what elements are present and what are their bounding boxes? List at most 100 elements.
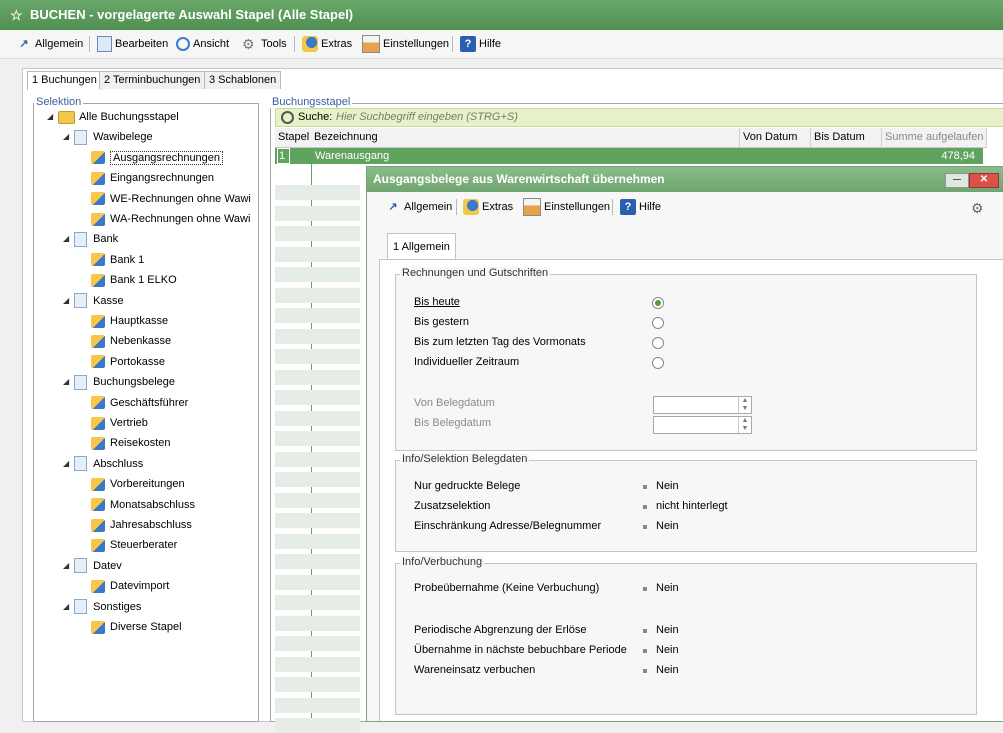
tree-item[interactable]: Datevimport — [91, 576, 169, 596]
expand-arrow-icon[interactable]: ◢ — [63, 454, 71, 474]
tree-item[interactable]: Ausgangsrechnungen — [91, 148, 224, 168]
tree-item-label: Abschluss — [93, 457, 144, 470]
search-input[interactable]: Hier Suchbegriff eingeben (STRG+S) — [336, 111, 518, 123]
table-row[interactable]: 1 Warenausgang 478,94 — [275, 148, 983, 164]
row-stripe — [275, 287, 360, 303]
col-header-von-datum[interactable]: Von Datum — [740, 128, 811, 148]
toolbar-bearbeiten-button[interactable]: Bearbeiten — [97, 35, 168, 53]
row-stripe — [275, 718, 360, 733]
tree-item[interactable]: WA-Rechnungen ohne Wawi — [91, 209, 250, 229]
tab-schablonen[interactable]: 3 Schablonen — [204, 71, 282, 89]
tree-item[interactable]: Vertrieb — [91, 413, 148, 433]
col-header-stapel[interactable]: Stapel — [275, 128, 313, 148]
tree-item-label: Bank 1 — [110, 253, 145, 266]
tree-item-label: Reisekosten — [110, 437, 171, 450]
expand-arrow-icon[interactable]: ◢ — [63, 229, 71, 249]
radio-button[interactable] — [652, 357, 664, 369]
dialog-extras-button[interactable]: Extras — [463, 198, 513, 216]
tree-item[interactable]: ◢ Kasse — [63, 291, 124, 311]
radio-button[interactable] — [652, 337, 664, 349]
bullet-icon — [643, 525, 647, 529]
tree-item[interactable]: ◢ Wawibelege — [63, 127, 153, 147]
bullet-icon — [643, 485, 647, 489]
dialog-hilfe-button[interactable]: ? Hilfe — [620, 198, 661, 216]
tree-item[interactable]: ◢ Abschluss — [63, 454, 143, 474]
tree-item[interactable]: Geschäftsführer — [91, 393, 188, 413]
radio-option-label[interactable]: Individueller Zeitraum — [414, 356, 519, 368]
col-header-bis-datum[interactable]: Bis Datum — [811, 128, 882, 148]
tree-item[interactable]: Hauptkasse — [91, 311, 168, 331]
expand-arrow-icon[interactable]: ◢ — [63, 556, 71, 576]
tab-terminbuchungen[interactable]: 2 Terminbuchungen — [99, 71, 206, 89]
settings-icon — [523, 198, 541, 217]
expand-arrow-icon[interactable]: ◢ — [63, 372, 71, 392]
gears-icon[interactable]: ⚙ — [971, 200, 984, 217]
radio-button[interactable] — [652, 297, 664, 309]
col-header-summe[interactable]: Summe aufgelaufen — [882, 128, 987, 148]
tree-item[interactable]: Jahresabschluss — [91, 515, 192, 535]
tree-item[interactable]: Diverse Stapel — [91, 617, 182, 637]
tab-buchungen[interactable]: 1 Buchungen — [27, 71, 102, 90]
book-icon — [74, 599, 88, 615]
tree-item[interactable]: Steuerberater — [91, 535, 177, 555]
help-icon: ? — [460, 36, 476, 53]
tree-item[interactable]: Vorbereitungen — [91, 474, 185, 494]
expand-arrow-icon[interactable]: ◢ — [63, 291, 71, 311]
toolbar-einstellungen-button[interactable]: Einstellungen — [362, 35, 449, 54]
stapel-icon — [91, 436, 105, 450]
tree-item-label: Alle Buchungsstapel — [79, 111, 179, 123]
toolbar-ansicht-button[interactable]: Ansicht — [176, 35, 229, 53]
dialog-einstellungen-button[interactable]: Einstellungen — [523, 198, 610, 217]
tree-item[interactable]: Monatsabschluss — [91, 495, 195, 515]
radio-option-label[interactable]: Bis heute — [414, 296, 460, 308]
radio-option-label[interactable]: Bis zum letzten Tag des Vormonats — [414, 336, 586, 348]
stapel-icon — [91, 171, 105, 185]
von-belegdatum-input[interactable]: ▲ ▼ — [653, 396, 752, 414]
stapel-icon — [91, 334, 105, 348]
expand-arrow-icon[interactable]: ◢ — [63, 127, 71, 147]
bullet-icon — [643, 669, 647, 673]
toolbar-allgemein-button[interactable]: ↗ Allgemein — [16, 35, 83, 53]
main-toolbar: ↗ Allgemein Bearbeiten Ansicht ⚙ Tools Ext… — [0, 30, 1003, 59]
dialog-allgemein-button[interactable]: ↗ Allgemein — [385, 198, 452, 216]
tree-item[interactable]: Bank 1 — [91, 250, 144, 270]
row-stripe — [275, 328, 360, 344]
col-header-bezeichnung[interactable]: Bezeichnung — [311, 128, 740, 148]
tree-item[interactable]: Eingangsrechnungen — [91, 168, 214, 188]
extras-icon — [302, 36, 318, 53]
bis-belegdatum-input[interactable]: ▲ ▼ — [653, 416, 752, 434]
toolbar-extras-button[interactable]: Extras — [302, 35, 352, 53]
tree-item[interactable]: ◢ Buchungsbelege — [63, 372, 175, 392]
close-button[interactable]: ✕ — [969, 173, 999, 188]
dialog-tab-allgemein[interactable]: 1 Allgemein — [387, 233, 456, 260]
tree-item[interactable]: ◢ Datev — [63, 556, 122, 576]
tree-item[interactable]: ◢ Sonstiges — [63, 597, 141, 617]
tree-item[interactable]: Portokasse — [91, 352, 165, 372]
radio-button[interactable] — [652, 317, 664, 329]
search-bar[interactable]: Suche: Hier Suchbegriff eingeben (STRG+S… — [275, 108, 1003, 127]
spin-icon[interactable]: ▲ ▼ — [738, 417, 751, 433]
stapel-icon — [91, 518, 105, 532]
star-icon[interactable]: ☆ — [10, 0, 23, 30]
minimize-button[interactable]: — — [945, 173, 969, 188]
tree-item[interactable]: Nebenkasse — [91, 331, 171, 351]
bullet-icon — [643, 505, 647, 509]
tree-item[interactable]: ◢ Alle Buchungsstapel — [47, 107, 179, 127]
tree-item-label: Diverse Stapel — [110, 621, 182, 633]
tree-item-label: Datevimport — [110, 580, 170, 593]
row-stripe — [275, 677, 360, 692]
spin-icon[interactable]: ▲ ▼ — [738, 397, 751, 413]
toolbar-hilfe-button[interactable]: ? Hilfe — [460, 35, 501, 53]
radio-option-label[interactable]: Bis gestern — [414, 316, 469, 328]
expand-arrow-icon[interactable]: ◢ — [63, 597, 71, 617]
expand-arrow-icon[interactable]: ◢ — [47, 107, 55, 127]
toolbar-tools-button[interactable]: ⚙ Tools — [242, 35, 287, 53]
tree-item[interactable]: Reisekosten — [91, 433, 171, 453]
row-stripe — [275, 574, 360, 590]
tree-item[interactable]: ◢ Bank — [63, 229, 118, 249]
tree-item[interactable]: Bank 1 ELKO — [91, 270, 177, 290]
tree-item[interactable]: WE-Rechnungen ohne Wawi — [91, 189, 251, 209]
row-stripe — [275, 636, 360, 651]
row-stripe — [275, 390, 360, 405]
tree-item-label: WE-Rechnungen ohne Wawi — [110, 192, 251, 205]
